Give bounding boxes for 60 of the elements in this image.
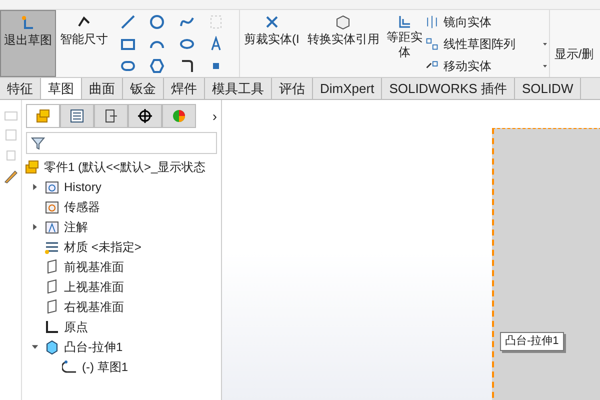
tree-item[interactable]: 右视基准面 — [22, 297, 221, 317]
circle-icon[interactable] — [149, 14, 166, 30]
tab[interactable]: DimXpert — [313, 78, 382, 99]
origin-icon — [44, 319, 60, 335]
part-icon — [35, 108, 51, 124]
tree-item[interactable]: 凸台-拉伸1 — [22, 337, 221, 357]
sensor-icon — [44, 199, 60, 215]
ribbon-button[interactable]: 退出草图 — [0, 10, 56, 77]
tree-item[interactable]: 传感器 — [22, 197, 221, 217]
crosshair-icon — [137, 108, 153, 124]
tree-item[interactable]: (-) 草图1 — [22, 357, 221, 377]
tree-item[interactable]: 注解 — [22, 217, 221, 237]
tree-item[interactable]: 前视基准面 — [22, 257, 221, 277]
tree-item[interactable]: History — [22, 177, 221, 197]
tree-item[interactable]: 上视基准面 — [22, 277, 221, 297]
filter-field[interactable] — [26, 132, 217, 154]
tab[interactable]: 钣金 — [123, 78, 164, 99]
pencil-icon[interactable] — [2, 168, 18, 184]
ribbon-button[interactable]: 转换实体引用 — [303, 10, 384, 77]
ellipse-icon[interactable] — [178, 36, 194, 52]
trim-icon — [264, 14, 280, 30]
polygon-icon[interactable] — [149, 58, 166, 74]
extrude-icon — [44, 339, 60, 355]
annotation-icon — [44, 219, 60, 235]
ribbon-button[interactable]: 智能尺寸 — [56, 10, 112, 77]
color-wheel-icon — [171, 108, 187, 124]
panel-tab[interactable] — [128, 104, 162, 128]
history-icon — [44, 179, 60, 195]
mirror-icon — [425, 15, 440, 29]
ribbon-button[interactable]: 等距实体 — [383, 10, 426, 77]
tree-item[interactable]: 原点 — [22, 317, 221, 337]
sketch-exit-icon — [20, 15, 36, 31]
tab[interactable]: SOLIDW — [514, 78, 582, 99]
tree-item[interactable]: 零件1 (默认<<默认>_显示状态 — [22, 157, 221, 177]
config-icon — [103, 108, 119, 124]
scroll-arrow[interactable]: › — [212, 106, 217, 126]
list-icon — [69, 108, 85, 124]
part-icon — [24, 159, 40, 175]
panel-tab[interactable] — [60, 104, 94, 128]
cube-icon — [335, 14, 352, 30]
slot-icon[interactable] — [120, 58, 136, 74]
filter-icon — [31, 136, 45, 150]
rectangle-icon[interactable] — [120, 36, 136, 52]
ribbon-button[interactable]: 显示/删 — [550, 10, 594, 77]
tab[interactable]: 草图 — [41, 78, 82, 99]
tab[interactable]: 模具工具 — [205, 78, 272, 99]
ribbon-button[interactable]: 镜向实体 — [425, 12, 550, 32]
sketch-icon — [62, 359, 78, 375]
panel-tab[interactable] — [94, 104, 128, 128]
tab[interactable]: 评估 — [272, 78, 313, 99]
line-icon[interactable] — [120, 14, 136, 30]
pattern-icon — [425, 37, 440, 51]
tree-item[interactable]: 材质 <未指定> — [22, 237, 221, 257]
ribbon-button[interactable]: 移动实体 — [425, 56, 550, 76]
tab[interactable]: 焊件 — [164, 78, 205, 99]
tab[interactable]: SOLIDWORKS 插件 — [382, 78, 515, 99]
feature-tooltip: 凸台-拉伸1 — [500, 332, 564, 350]
ribbon-button[interactable]: 线性草图阵列 — [425, 34, 550, 54]
ribbon-button[interactable]: 剪裁实体(I — [240, 10, 304, 77]
tab[interactable]: 曲面 — [82, 78, 123, 99]
